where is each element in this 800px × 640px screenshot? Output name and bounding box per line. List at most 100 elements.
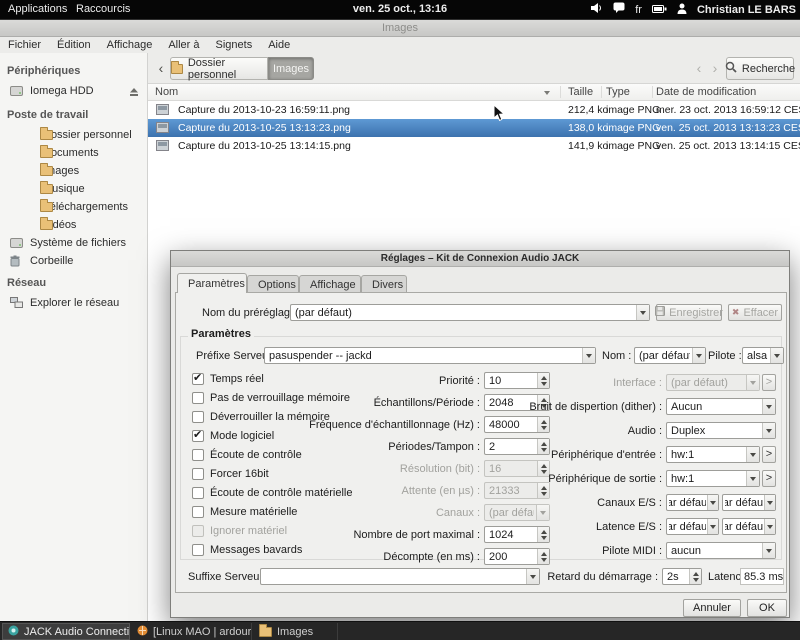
dialog-titlebar[interactable]: Réglages – Kit de Connexion Audio JACK bbox=[171, 251, 789, 267]
back-button[interactable]: ‹ bbox=[154, 59, 168, 77]
file-type: image PNG bbox=[606, 101, 660, 119]
tab-parametres[interactable]: Paramètres bbox=[177, 273, 247, 293]
chevron-down-icon[interactable] bbox=[707, 495, 718, 510]
places-sidebar: Périphériques Iomega HDD Poste de travai… bbox=[0, 53, 148, 621]
places-menu[interactable]: Raccourcis bbox=[70, 0, 136, 19]
sort-indicator-icon[interactable] bbox=[544, 91, 550, 95]
output-device-browse-button[interactable]: > bbox=[762, 470, 776, 487]
menu-aller-a[interactable]: Aller à bbox=[160, 37, 207, 53]
audio-mode-combo[interactable]: Duplex bbox=[666, 422, 776, 439]
chevron-down-icon[interactable] bbox=[582, 348, 595, 363]
sidebar-item-dossier-personnel[interactable]: Dossier personnel bbox=[0, 127, 147, 144]
interface-browse-button[interactable]: > bbox=[762, 374, 776, 391]
chevron-down-icon[interactable] bbox=[746, 447, 759, 462]
chevron-down-icon[interactable] bbox=[707, 519, 718, 534]
sidebar-item-telechargements[interactable]: Téléchargements bbox=[0, 199, 147, 216]
server-prefix-combo[interactable]: pasuspender -- jackd bbox=[264, 347, 596, 364]
in-channels-combo[interactable]: (par défaut) bbox=[666, 494, 719, 511]
table-row[interactable]: Capture du 2013-10-25 13:14:15.png 141,9… bbox=[148, 137, 800, 155]
column-date[interactable]: Date de modification bbox=[656, 84, 756, 101]
column-size[interactable]: Taille bbox=[568, 84, 593, 101]
column-divider[interactable] bbox=[560, 86, 561, 98]
in-latency-combo[interactable]: (par défaut) bbox=[666, 518, 719, 535]
taskbar-item-browser[interactable]: [Linux MAO | ardour ... bbox=[132, 623, 252, 640]
driver-combo[interactable]: alsa bbox=[742, 347, 784, 364]
save-preset-button[interactable]: Enregistrer bbox=[656, 304, 722, 321]
chevron-down-icon[interactable] bbox=[692, 348, 705, 363]
output-device-combo[interactable]: hw:1 bbox=[666, 470, 760, 487]
battery-icon[interactable] bbox=[652, 4, 667, 16]
chevron-down-icon[interactable] bbox=[762, 399, 775, 414]
menu-fichier[interactable]: Fichier bbox=[0, 37, 49, 53]
dither-combo[interactable]: Aucun bbox=[666, 398, 776, 415]
chevron-down-icon[interactable] bbox=[746, 375, 759, 390]
path-home-button[interactable]: Dossier personnel bbox=[170, 57, 268, 80]
path-current-button[interactable]: Images bbox=[268, 57, 314, 80]
start-delay-spinbox[interactable]: 2s bbox=[662, 568, 702, 585]
out-channels-combo[interactable]: (par défaut) bbox=[722, 494, 776, 511]
sidebar-item-musique[interactable]: Musique bbox=[0, 181, 147, 198]
sidebar-item-iomega-hdd[interactable]: Iomega HDD bbox=[0, 83, 147, 100]
sidebar-item-corbeille[interactable]: Corbeille bbox=[0, 253, 147, 270]
cancel-button[interactable]: Annuler bbox=[683, 599, 741, 617]
column-type[interactable]: Type bbox=[606, 84, 630, 101]
sidebar-item-systeme-de-fichiers[interactable]: Système de fichiers bbox=[0, 235, 147, 252]
sidebar-item-images[interactable]: Images bbox=[0, 163, 147, 180]
delete-preset-button[interactable]: ✖ Effacer bbox=[728, 304, 782, 321]
table-row[interactable]: Capture du 2013-10-23 16:59:11.png 212,4… bbox=[148, 101, 800, 119]
input-device-combo[interactable]: hw:1 bbox=[666, 446, 760, 463]
menu-affichage[interactable]: Affichage bbox=[99, 37, 161, 53]
keyboard-indicator[interactable]: fr bbox=[635, 4, 642, 16]
chevron-down-icon[interactable] bbox=[762, 423, 775, 438]
folder-icon bbox=[40, 220, 53, 230]
table-row[interactable]: Capture du 2013-10-25 13:13:23.png 138,0… bbox=[148, 119, 800, 137]
chevron-down-icon[interactable] bbox=[746, 471, 759, 486]
chevron-down-icon[interactable] bbox=[770, 348, 783, 363]
column-divider[interactable] bbox=[652, 86, 653, 98]
out-latency-combo[interactable]: (par défaut) bbox=[722, 518, 776, 535]
path-scroll-right-icon[interactable]: › bbox=[708, 59, 722, 77]
path-scroll-left-icon[interactable]: ‹ bbox=[692, 59, 706, 77]
chevron-down-icon[interactable] bbox=[764, 519, 775, 534]
sidebar-item-documents[interactable]: Documents bbox=[0, 145, 147, 162]
ok-button[interactable]: OK bbox=[747, 599, 787, 617]
midi-driver-combo[interactable]: aucun bbox=[666, 542, 776, 559]
chevron-down-icon[interactable] bbox=[636, 305, 649, 320]
server-suffix-combo[interactable] bbox=[260, 568, 540, 585]
sidebar-item-explorer-le-reseau[interactable]: Explorer le réseau bbox=[0, 295, 147, 312]
tab-options[interactable]: Options bbox=[247, 275, 299, 293]
column-name[interactable]: Nom bbox=[155, 84, 178, 101]
taskbar-item-images[interactable]: Images bbox=[254, 623, 338, 640]
device-label: Latence E/S : bbox=[512, 520, 662, 535]
clock[interactable]: ven. 25 oct., 13:16 bbox=[347, 0, 453, 19]
device-value: (par défaut) bbox=[725, 496, 763, 510]
file-name: Capture du 2013-10-25 13:13:23.png bbox=[178, 119, 351, 137]
search-button[interactable]: Recherche bbox=[726, 57, 794, 80]
server-name-combo[interactable]: (par défaut) bbox=[634, 347, 706, 364]
file-size: 141,9 ko bbox=[568, 137, 608, 155]
input-device-browse-button[interactable]: > bbox=[762, 446, 776, 463]
volume-icon[interactable] bbox=[590, 2, 603, 17]
tab-divers[interactable]: Divers bbox=[361, 275, 407, 293]
applications-menu[interactable]: Applications bbox=[2, 0, 73, 19]
user-menu[interactable]: Christian LE BARS bbox=[697, 4, 796, 16]
menu-aide[interactable]: Aide bbox=[260, 37, 298, 53]
sidebar-item-videos[interactable]: Vidéos bbox=[0, 217, 147, 234]
file-date: ven. 25 oct. 2013 13:13:23 CEST bbox=[656, 119, 800, 137]
menu-edition[interactable]: Édition bbox=[49, 37, 99, 53]
eject-icon[interactable] bbox=[129, 86, 139, 100]
column-divider[interactable] bbox=[601, 86, 602, 98]
device-label: Canaux E/S : bbox=[512, 496, 662, 511]
spinner-buttons[interactable] bbox=[689, 569, 701, 584]
window-titlebar[interactable]: Images bbox=[0, 20, 800, 37]
chevron-down-icon[interactable] bbox=[764, 495, 775, 510]
notification-icon[interactable] bbox=[613, 2, 625, 17]
interface-combo[interactable]: (par défaut) bbox=[666, 374, 760, 391]
preset-combo[interactable]: (par défaut) bbox=[290, 304, 650, 321]
tab-affichage[interactable]: Affichage bbox=[299, 275, 361, 293]
folder-icon bbox=[40, 202, 53, 212]
chevron-down-icon[interactable] bbox=[762, 543, 775, 558]
server-name-value: (par défaut) bbox=[639, 349, 690, 363]
taskbar-item-jack[interactable]: JACK Audio Connecti... bbox=[2, 623, 130, 640]
menu-signets[interactable]: Signets bbox=[208, 37, 261, 53]
